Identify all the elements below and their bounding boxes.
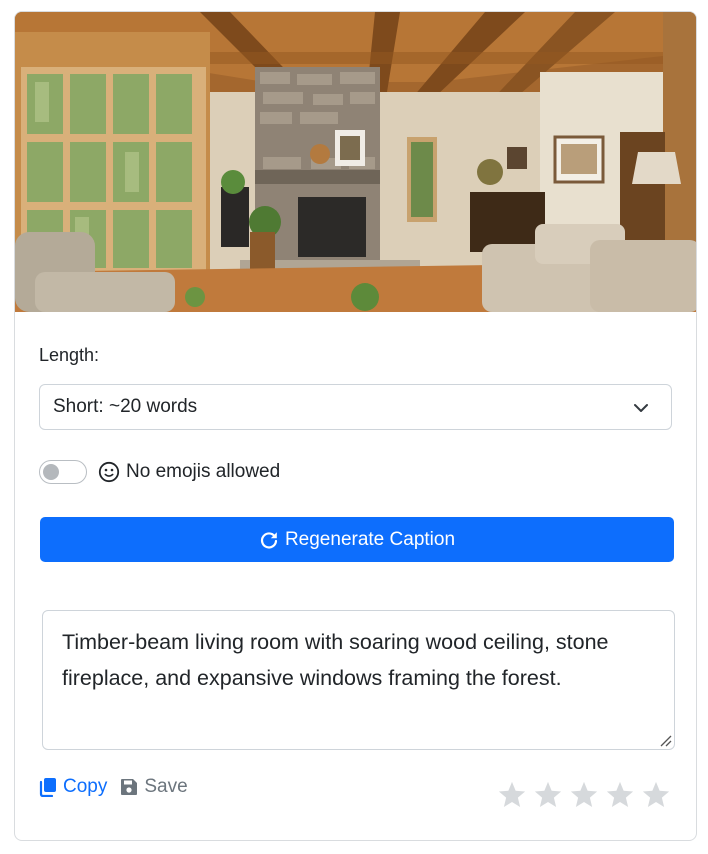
caption-text: Timber-beam living room with soaring woo… bbox=[62, 630, 609, 690]
emoji-toggle-row: No emojis allowed bbox=[39, 458, 280, 486]
emoji-neutral-icon bbox=[98, 461, 120, 483]
copy-button[interactable]: Copy bbox=[39, 776, 107, 798]
save-button[interactable]: Save bbox=[120, 776, 188, 798]
caption-textarea[interactable]: Timber-beam living room with soaring woo… bbox=[42, 610, 675, 750]
length-select-value: Short: ~20 words bbox=[53, 396, 198, 417]
emoji-toggle-label: No emojis allowed bbox=[126, 461, 281, 482]
resize-grip-icon[interactable] bbox=[659, 734, 672, 747]
star-icon[interactable] bbox=[533, 780, 563, 810]
length-select[interactable]: Short: ~20 words bbox=[39, 384, 672, 430]
copy-label: Copy bbox=[63, 776, 108, 797]
star-rating bbox=[497, 780, 677, 810]
refresh-icon bbox=[260, 531, 278, 549]
regenerate-caption-label: Regenerate Caption bbox=[284, 528, 456, 550]
emoji-toggle-switch[interactable] bbox=[39, 460, 87, 484]
star-icon[interactable] bbox=[641, 780, 671, 810]
caption-card: Length: Short: ~20 words No emojis allow… bbox=[14, 11, 697, 841]
copy-icon bbox=[39, 778, 56, 797]
toggle-knob bbox=[43, 464, 59, 480]
regenerate-caption-button[interactable]: Regenerate Caption bbox=[40, 517, 674, 562]
caption-actions: Copy Save bbox=[39, 776, 201, 798]
star-icon[interactable] bbox=[605, 780, 635, 810]
star-icon[interactable] bbox=[497, 780, 527, 810]
chevron-down-icon bbox=[634, 404, 648, 412]
star-icon[interactable] bbox=[569, 780, 599, 810]
save-icon bbox=[121, 779, 138, 795]
room-photo bbox=[15, 12, 696, 312]
save-label: Save bbox=[144, 776, 188, 797]
length-label: Length: bbox=[39, 345, 100, 365]
